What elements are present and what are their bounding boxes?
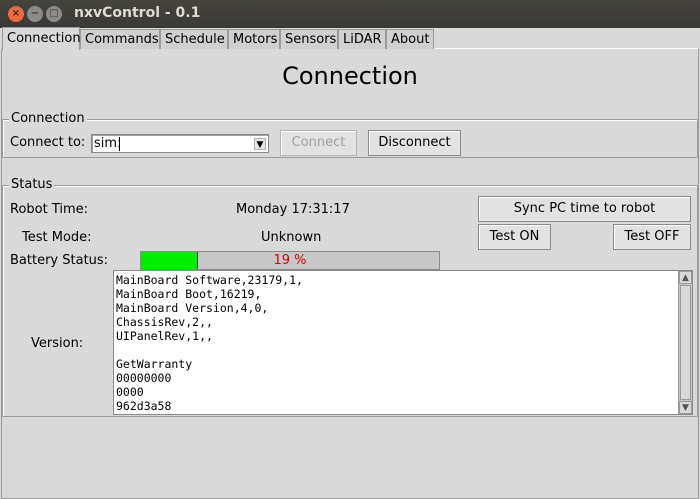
tab-about[interactable]: About [386,29,434,49]
version-line: 0000 [116,385,144,399]
version-line: GetWarranty [116,357,193,371]
test-off-button[interactable]: Test OFF [613,224,691,250]
battery-progress-bar: 19 % [140,251,440,270]
battery-status-label: Battery Status: [10,253,109,268]
test-on-button[interactable]: Test ON [478,224,551,250]
version-text: MainBoard Software,23179,1, MainBoard Boo… [116,273,303,413]
version-line: 962d3a58 [116,399,172,413]
robot-time-value: Monday 17:31:17 [236,202,350,217]
connect-button[interactable]: Connect [280,130,357,156]
minimize-window-icon[interactable]: − [27,6,43,22]
tab-bar: Connection Commands Schedule Motors Sens… [0,27,700,50]
version-label: Version: [31,336,84,351]
text-caret [119,137,120,151]
test-mode-label: Test Mode: [22,230,92,245]
connect-to-value: sim: [94,136,122,151]
tab-motors[interactable]: Motors [228,29,280,49]
version-line: 00000000 [116,371,172,385]
scroll-thumb[interactable] [680,285,691,400]
tab-connection[interactable]: Connection [2,27,81,50]
connect-to-label: Connect to: [10,135,86,150]
tab-commands[interactable]: Commands [80,29,160,49]
close-window-icon[interactable]: × [8,6,24,22]
page-title: Connection [282,62,418,90]
version-line: MainBoard Version,4,0, [116,301,269,315]
tab-sensors[interactable]: Sensors [280,29,338,49]
version-scrollbar[interactable]: ▲ ▼ [678,271,692,414]
version-line: MainBoard Boot,16219, [116,287,262,301]
title-bar: × − □ nxvControl - 0.1 [0,0,700,28]
test-mode-value: Unknown [261,230,322,245]
window-title: nxvControl - 0.1 [74,5,201,21]
status-group-title: Status [9,177,55,193]
battery-progress-text: 19 % [273,253,307,268]
robot-time-label: Robot Time: [10,202,89,217]
disconnect-button[interactable]: Disconnect [368,130,461,156]
version-line: MainBoard Software,23179,1, [116,273,303,287]
dropdown-arrow-icon[interactable]: ▼ [254,138,266,150]
version-line [116,343,303,357]
connect-to-combobox[interactable]: sim: ▼ [91,134,269,153]
maximize-window-icon[interactable]: □ [46,6,62,22]
scroll-down-icon[interactable]: ▼ [679,401,692,414]
version-line: ChassisRev,2,, [116,315,213,329]
connection-group-title: Connection [9,111,87,127]
scroll-up-icon[interactable]: ▲ [679,271,692,284]
version-textbox[interactable]: MainBoard Software,23179,1, MainBoard Boo… [113,270,693,415]
tab-schedule[interactable]: Schedule [160,29,228,49]
version-line: UIPanelRev,1,, [116,329,213,343]
sync-time-button[interactable]: Sync PC time to robot [478,196,691,222]
tab-lidar[interactable]: LiDAR [338,29,386,49]
